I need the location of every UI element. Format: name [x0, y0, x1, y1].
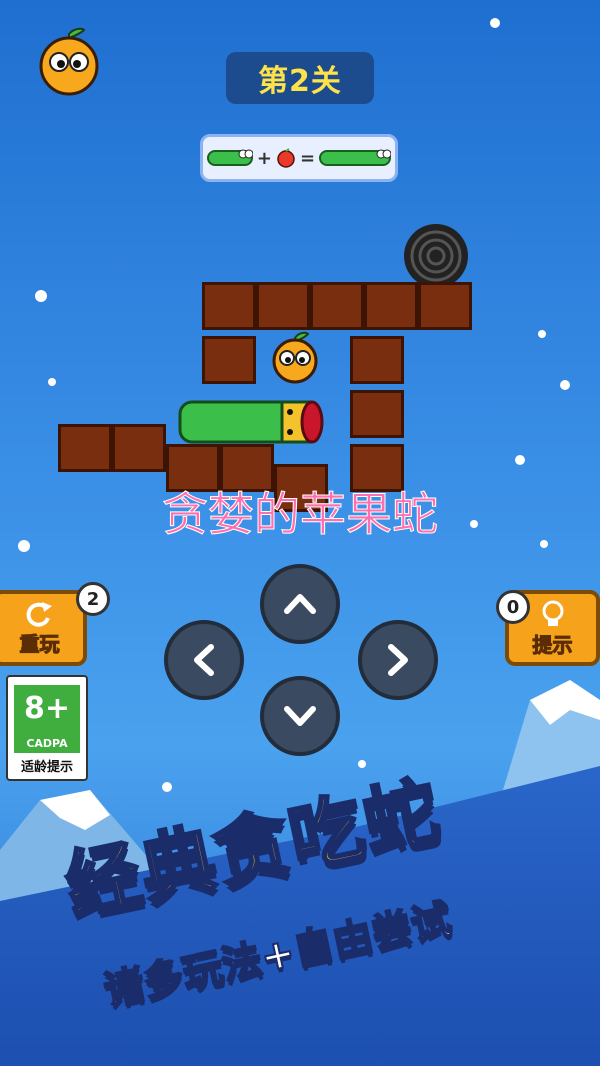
- age-rating-org: CADPA: [26, 737, 68, 750]
- replay-button[interactable]: 重玩: [0, 590, 87, 666]
- equals-sign: =: [300, 147, 316, 169]
- game-title-overlay: 贪婪的苹果蛇: [162, 487, 439, 542]
- apple-target-icon: [272, 331, 318, 384]
- snowflake: [490, 18, 500, 28]
- goal-formula: + =: [200, 134, 398, 182]
- snowflake: [560, 380, 570, 390]
- replay-count-badge: 2: [76, 582, 110, 616]
- snake-player[interactable]: [178, 398, 328, 446]
- brick: [256, 282, 310, 330]
- snowflake: [515, 455, 525, 465]
- brick: [202, 336, 256, 384]
- plus-sign: +: [256, 147, 272, 169]
- age-rating-caption: 适龄提示: [20, 760, 73, 775]
- refresh-icon: [26, 601, 52, 627]
- snowflake: [35, 290, 47, 302]
- left-button[interactable]: [164, 620, 244, 700]
- brick: [310, 282, 364, 330]
- brick: [418, 282, 472, 330]
- chevron-down-icon: [284, 706, 316, 726]
- snowflake: [538, 330, 546, 338]
- level-indicator: 第2关: [226, 52, 374, 104]
- brick: [112, 424, 166, 472]
- apple-logo-icon[interactable]: [34, 26, 104, 96]
- brick: [202, 282, 256, 330]
- age-rating-card: 8+ CADPA 适龄提示: [6, 675, 88, 781]
- long-snake-icon: [319, 149, 392, 166]
- hint-label: 提示: [532, 632, 573, 657]
- brick: [58, 424, 112, 472]
- snowflake: [48, 378, 56, 386]
- up-button[interactable]: [260, 564, 340, 644]
- hint-count-badge: 0: [496, 590, 530, 624]
- replay-label: 重玩: [19, 631, 60, 656]
- down-button[interactable]: [260, 676, 340, 756]
- chevron-up-icon: [284, 594, 316, 614]
- level-label: 第2关: [258, 64, 342, 99]
- short-snake-icon: [206, 149, 253, 166]
- right-button[interactable]: [358, 620, 438, 700]
- apple-icon: [277, 148, 295, 168]
- lightbulb-icon: [542, 600, 563, 626]
- brick: [350, 390, 404, 438]
- chevron-left-icon: [194, 644, 214, 676]
- chevron-right-icon: [388, 644, 408, 676]
- exit-portal-icon: [404, 224, 468, 288]
- brick: [350, 336, 404, 384]
- brick: [364, 282, 418, 330]
